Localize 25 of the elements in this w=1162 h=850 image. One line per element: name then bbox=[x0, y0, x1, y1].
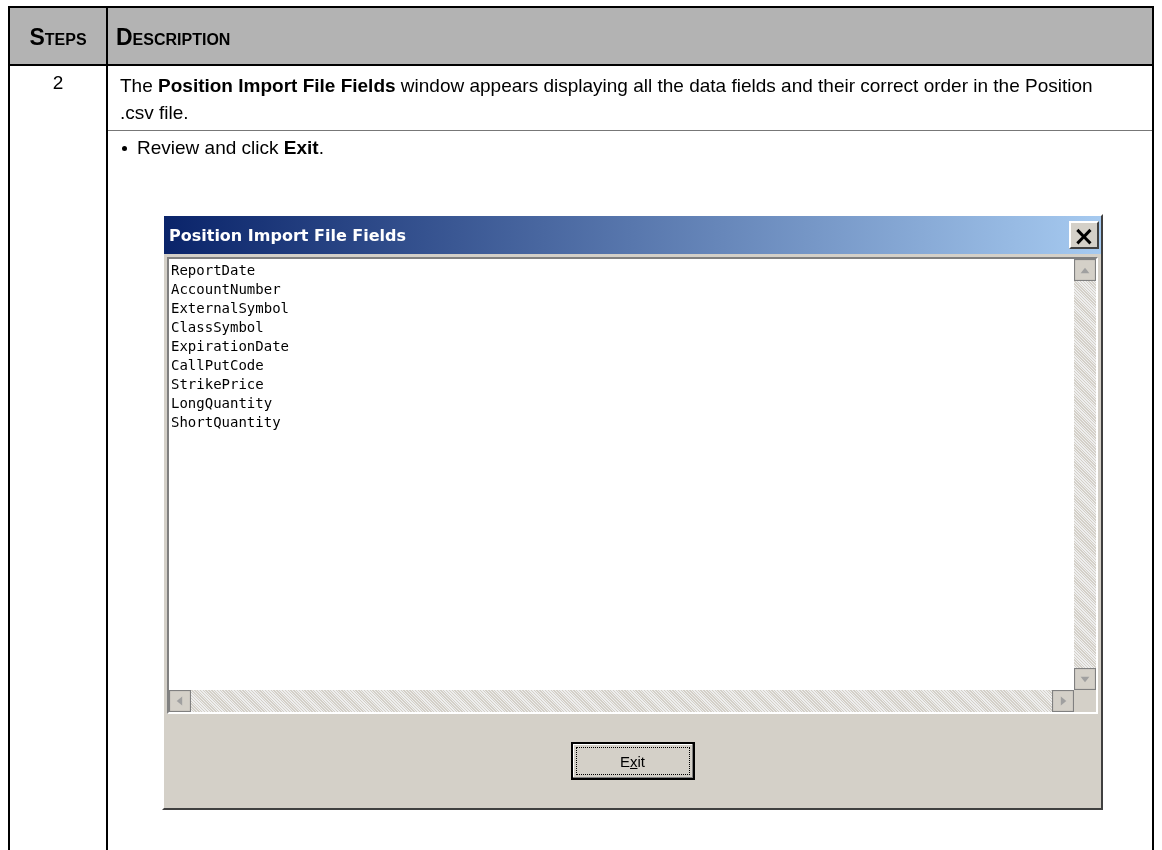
scroll-left-icon[interactable] bbox=[169, 690, 191, 712]
list-item[interactable]: AccountNumber bbox=[171, 280, 1072, 299]
scrollbar-corner bbox=[1074, 690, 1096, 712]
list-item[interactable]: ExternalSymbol bbox=[171, 299, 1072, 318]
list-item[interactable]: StrikePrice bbox=[171, 375, 1072, 394]
horizontal-scrollbar[interactable] bbox=[169, 690, 1096, 712]
scroll-right-icon[interactable] bbox=[1052, 690, 1074, 712]
scroll-up-icon[interactable] bbox=[1074, 259, 1096, 281]
bullet-text: Review and click Exit. bbox=[137, 137, 324, 159]
list-item[interactable]: LongQuantity bbox=[171, 394, 1072, 413]
list-item[interactable]: ClassSymbol bbox=[171, 318, 1072, 337]
column-header: Description bbox=[107, 7, 1153, 65]
exit-button[interactable]: Exit bbox=[570, 742, 695, 780]
list-item[interactable]: ExpirationDate bbox=[171, 337, 1072, 356]
vertical-scrollbar[interactable] bbox=[1074, 259, 1096, 690]
list-item[interactable]: ShortQuantity bbox=[171, 413, 1072, 432]
list-item[interactable]: ReportDate bbox=[171, 261, 1072, 280]
bullet-icon bbox=[122, 145, 127, 151]
step-number: 2 bbox=[9, 65, 107, 850]
close-button[interactable]: × bbox=[1069, 221, 1099, 249]
column-header: Steps bbox=[9, 7, 107, 65]
list-item[interactable]: CallPutCode bbox=[171, 356, 1072, 375]
step-description: The Position Import File Fields window appears displaying all the data fields and their correct order in the Position .csv file. bbox=[120, 74, 1094, 125]
scroll-down-icon[interactable] bbox=[1074, 668, 1096, 690]
window-title: Position Import File Fields bbox=[169, 225, 407, 245]
